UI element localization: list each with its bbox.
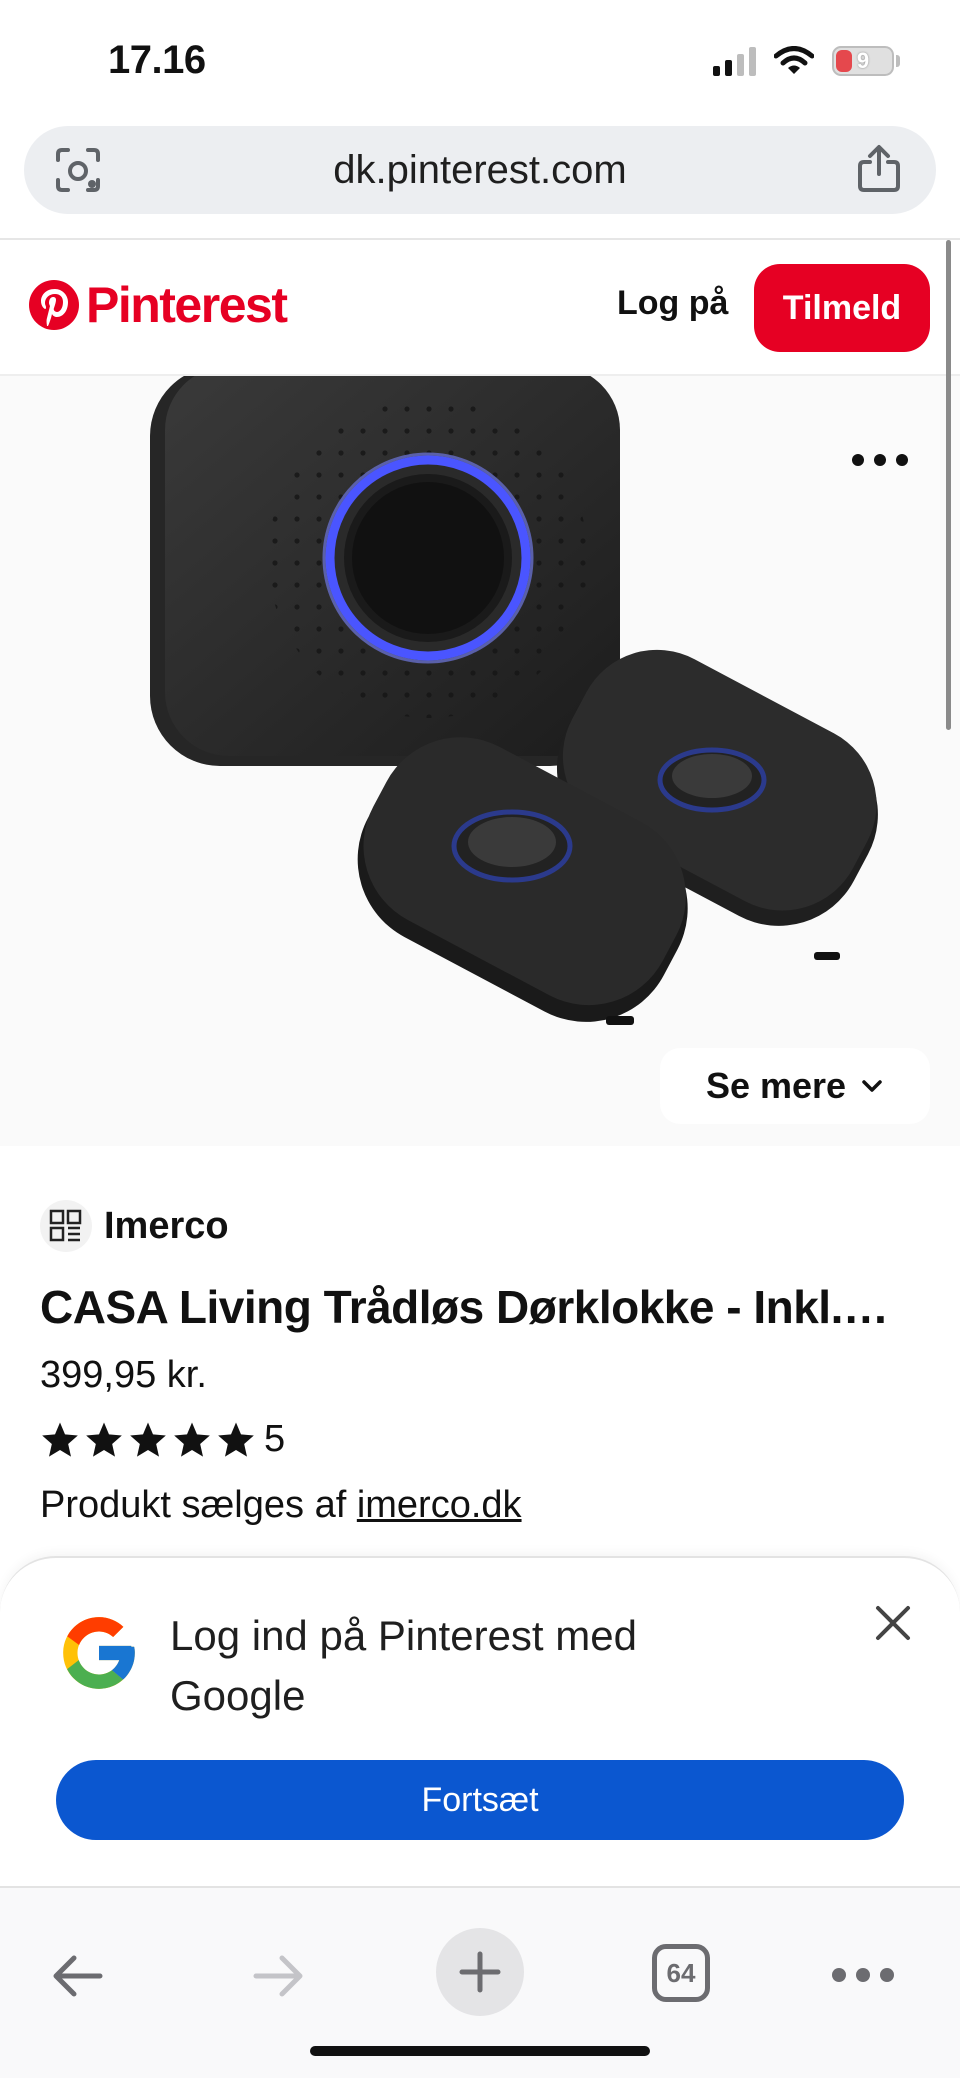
status-icons: 9 xyxy=(713,46,900,76)
continue-button[interactable]: Fortsæt xyxy=(56,1760,904,1840)
status-time: 17.16 xyxy=(108,38,206,82)
rating-row: 5 xyxy=(40,1418,285,1461)
seller-name[interactable]: Imerco xyxy=(104,1205,229,1248)
imerco-logo-icon xyxy=(49,1209,82,1242)
pinterest-logo[interactable]: Pinterest xyxy=(28,276,288,334)
seller-row[interactable]: Imerco xyxy=(40,1200,229,1252)
star-icon xyxy=(130,1422,166,1457)
chevron-down-icon xyxy=(862,1080,882,1092)
doorbell-product-photo xyxy=(150,376,878,1025)
dot xyxy=(874,454,886,466)
seller-logo xyxy=(40,1200,92,1252)
signup-button[interactable]: Tilmeld xyxy=(754,264,930,352)
google-logo-icon xyxy=(63,1617,135,1689)
sold-by-text: Produkt sælges af imerco.dk xyxy=(40,1484,522,1527)
new-tab-button[interactable] xyxy=(436,1928,524,2016)
scrollbar[interactable] xyxy=(946,240,951,730)
battery-nub xyxy=(896,55,900,67)
dot xyxy=(896,454,908,466)
share-icon[interactable] xyxy=(856,144,902,194)
dot xyxy=(856,1968,870,1982)
seller-site-link[interactable]: imerco.dk xyxy=(357,1484,522,1526)
pinterest-logo-text: Pinterest xyxy=(86,277,288,333)
pinterest-header: Pinterest Log på Tilmeld xyxy=(0,240,960,374)
google-signin-sheet: Log ind på Pinterest med Google Fortsæt xyxy=(0,1556,960,1888)
more-icon[interactable] xyxy=(832,1968,894,1982)
rating-value: 5 xyxy=(264,1418,286,1460)
back-arrow-icon[interactable] xyxy=(48,1946,108,2006)
signal-icon xyxy=(713,46,756,76)
dot xyxy=(832,1968,846,1982)
see-more-label: Se mere xyxy=(705,1065,847,1106)
address-bar[interactable]: dk.pinterest.com xyxy=(24,126,936,214)
forward-arrow-icon[interactable] xyxy=(248,1946,308,2006)
star-icon xyxy=(218,1422,254,1457)
pinterest-logo-icon xyxy=(29,280,79,330)
close-icon[interactable] xyxy=(868,1598,918,1648)
star-icon xyxy=(42,1422,78,1457)
plus-icon xyxy=(459,1951,501,1993)
sheet-title: Log ind på Pinterest med Google xyxy=(170,1612,637,1719)
star-icon xyxy=(86,1422,122,1457)
product-image[interactable]: Se mere xyxy=(0,376,960,1146)
more-options-button[interactable] xyxy=(820,410,940,510)
status-bar: 17.16 9 xyxy=(0,0,960,120)
see-more-button[interactable]: Se mere xyxy=(660,1048,930,1124)
home-indicator[interactable] xyxy=(310,2046,650,2056)
battery-icon: 9 xyxy=(832,46,894,76)
dot xyxy=(852,454,864,466)
url-text[interactable]: dk.pinterest.com xyxy=(333,148,626,193)
product-title: CASA Living Trådløs Dørklokke - Inkl.… xyxy=(40,1281,889,1333)
camera-scan-icon[interactable] xyxy=(54,146,102,194)
star-icon xyxy=(174,1422,210,1457)
sold-by-prefix: Produkt sælges af xyxy=(40,1484,357,1526)
battery-level: 9 xyxy=(856,48,870,73)
dot xyxy=(880,1968,894,1982)
tabs-button[interactable]: 64 xyxy=(652,1944,710,2002)
product-price: 399,95 kr. xyxy=(40,1354,207,1396)
login-link[interactable]: Log på xyxy=(617,284,728,323)
wifi-icon xyxy=(774,46,814,74)
